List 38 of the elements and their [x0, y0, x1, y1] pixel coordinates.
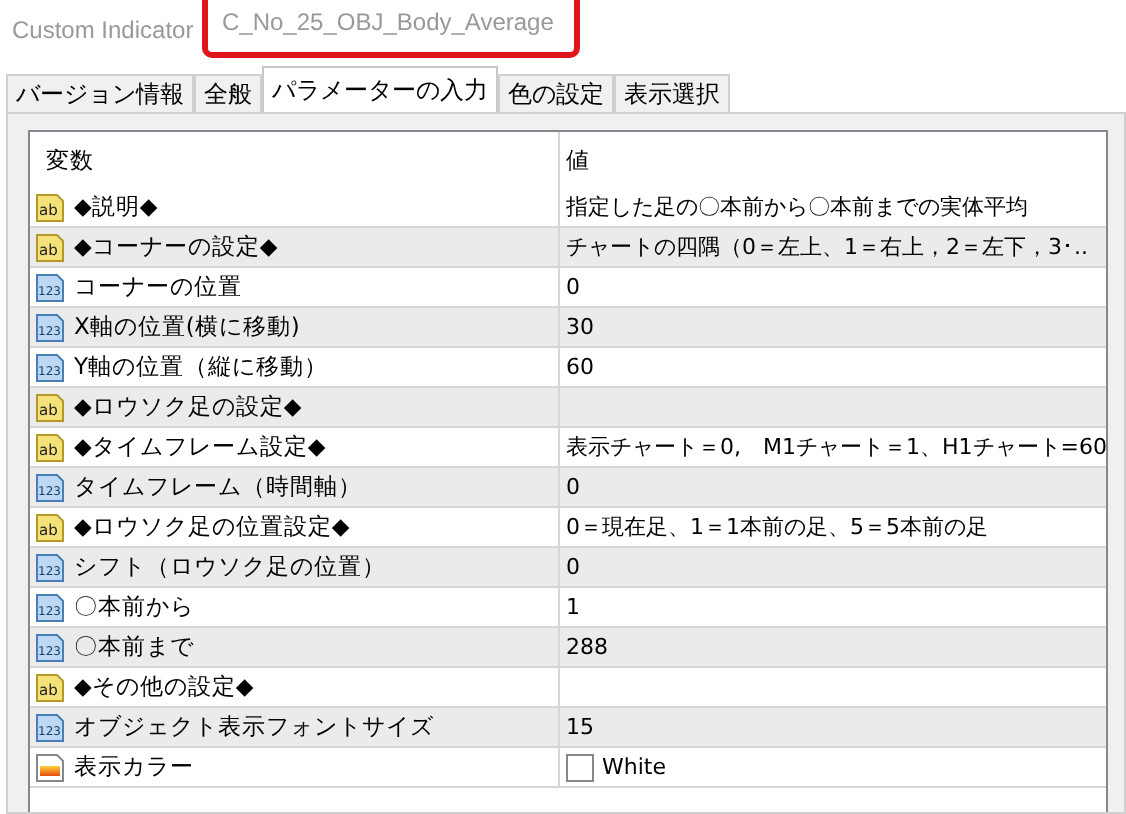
parameter-name: Y軸の位置（縦に移動） [74, 352, 329, 382]
tab[interactable]: 表示選択 [614, 74, 730, 112]
window-title: Custom Indicator [10, 15, 196, 43]
tab[interactable]: バージョン情報 [6, 74, 194, 112]
parameter-name: コーナーの位置 [74, 272, 242, 302]
tab[interactable]: パラメーターの入力 [262, 66, 498, 112]
parameter-name: X軸の位置(横に移動) [74, 312, 300, 342]
parameter-name: 〇本前まで [74, 632, 194, 662]
parameter-value[interactable]: 0 [566, 474, 580, 500]
parameter-name: ◆説明◆ [74, 192, 158, 222]
parameter-name: ◆その他の設定◆ [74, 672, 254, 702]
parameter-name: シフト（ロウソク足の位置） [74, 552, 386, 582]
parameter-name: ◆コーナーの設定◆ [74, 232, 278, 262]
parameter-value[interactable]: チャートの四隅（0＝左上、1＝右上，2＝左下，3･.. [566, 232, 1088, 262]
parameter-value[interactable]: 15 [566, 714, 594, 740]
parameter-value[interactable]: 1 [566, 594, 580, 620]
parameter-value[interactable]: 60 [566, 354, 594, 380]
parameter-value[interactable]: 0 [566, 554, 580, 580]
parameter-name: 〇本前から [74, 592, 194, 622]
parameter-name: オブジェクト表示フォントサイズ [74, 712, 434, 742]
parameter-value[interactable]: 表示チャート＝0, M1チャート＝1、H1チャート=60 [566, 432, 1107, 462]
parameter-value[interactable]: White [602, 754, 666, 780]
parameter-name: タイムフレーム（時間軸） [74, 472, 362, 502]
parameter-name: 表示カラー [74, 752, 194, 782]
tab[interactable]: 色の設定 [498, 74, 614, 112]
tab[interactable]: 全般 [194, 74, 262, 112]
parameter-value[interactable]: 0 [566, 274, 580, 300]
color-swatch[interactable] [566, 753, 594, 781]
parameter-value[interactable]: 0＝現在足、1＝1本前の足、5＝5本前の足 [566, 512, 988, 542]
parameter-value[interactable]: 指定した足の〇本前から〇本前までの実体平均 [566, 192, 1028, 222]
parameter-value[interactable]: 30 [566, 314, 594, 340]
column-header: 値 [566, 145, 590, 175]
color-type-icon [34, 751, 66, 783]
parameter-name: ◆ロウソク足の設定◆ [74, 392, 302, 422]
column-header: 変数 [46, 145, 94, 175]
parameter-value[interactable]: 288 [566, 634, 608, 660]
parameter-name: ◆ロウソク足の位置設定◆ [74, 512, 350, 542]
parameter-name: ◆タイムフレーム設定◆ [74, 432, 326, 462]
